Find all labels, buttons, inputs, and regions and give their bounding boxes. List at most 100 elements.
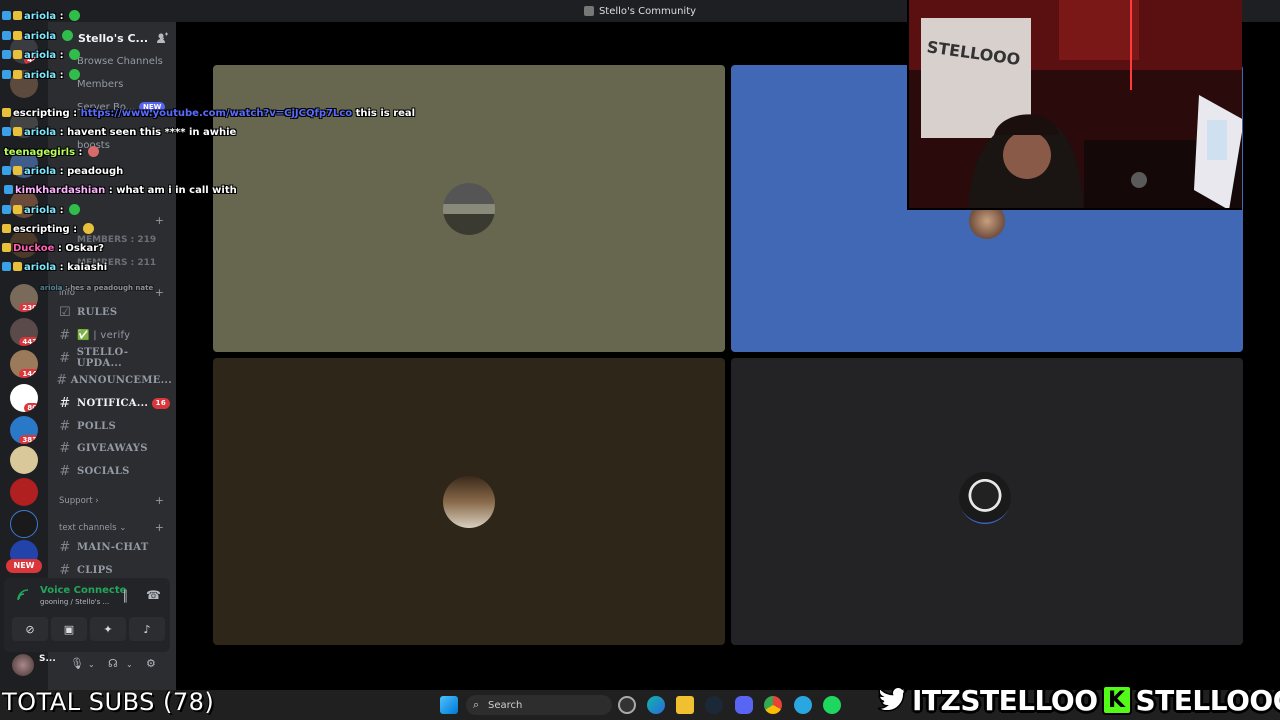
channel-notifications[interactable]: # NOTIFICA... 16 — [56, 393, 172, 413]
camera-off-button[interactable]: ⊘ — [12, 617, 48, 641]
channel-socials[interactable]: # SOCIALS — [56, 461, 172, 481]
guild-badge: 230 — [19, 303, 38, 312]
channel-rules[interactable]: ☑ RULES — [56, 302, 172, 322]
plus-icon[interactable]: + — [155, 214, 164, 227]
guild-icon[interactable] — [10, 70, 38, 98]
member-count-stat[interactable]: MEMBERS : 219 — [77, 235, 156, 245]
channel-verify[interactable]: # ✅ | verify — [56, 325, 172, 345]
guild-icon[interactable]: 144 — [10, 350, 38, 378]
soundboard-icon: ♪ — [143, 622, 151, 636]
search-icon: ⌕ — [473, 698, 480, 711]
members-link[interactable]: Members — [77, 79, 123, 90]
voice-tile[interactable] — [213, 65, 725, 352]
channel-polls[interactable]: # POLLS — [56, 416, 172, 436]
search-placeholder: Search — [488, 699, 523, 711]
telegram-icon[interactable] — [794, 696, 812, 714]
social-handles: ITZSTELLOO K STELLOOO — [874, 682, 1280, 718]
hash-icon: # — [59, 440, 71, 456]
guild-icon[interactable] — [10, 230, 38, 258]
headphones-icon[interactable]: ☊ — [108, 657, 118, 670]
edge-icon[interactable] — [647, 696, 665, 714]
guild-icon[interactable]: 48 — [10, 36, 38, 64]
invite-icon[interactable] — [156, 32, 168, 44]
channel-clips[interactable]: # CLIPS — [56, 560, 172, 580]
channel-label: RULES — [77, 306, 118, 318]
plus-icon[interactable]: + — [155, 521, 164, 534]
hash-icon: # — [59, 539, 71, 555]
guild-icon[interactable]: 383 — [10, 416, 38, 444]
activities-button[interactable]: ✦ — [90, 617, 126, 641]
channel-label: SOCIALS — [77, 465, 130, 477]
boosts-link[interactable]: boosts — [77, 140, 110, 151]
kick-handle: STELLOOO — [1135, 683, 1280, 717]
guild-icon[interactable]: 443 — [10, 318, 38, 346]
file-explorer-icon[interactable] — [676, 696, 694, 714]
webcam-feed: STELLOOO — [907, 0, 1242, 210]
guild-icon[interactable]: 230 — [10, 284, 38, 312]
server-header[interactable]: Stello's C... ⌄ — [48, 22, 176, 54]
hash-icon: # — [59, 350, 71, 366]
channel-main-chat[interactable]: # MAIN-CHAT — [56, 537, 172, 557]
channel-label: GIVEAWAYS — [77, 442, 148, 454]
server-boost-link[interactable]: Server Bo... — [77, 102, 135, 113]
channel-giveaways[interactable]: # GIVEAWAYS — [56, 438, 172, 458]
guild-icon[interactable] — [10, 478, 38, 506]
guild-icon[interactable] — [10, 110, 38, 138]
hash-icon: # — [59, 463, 71, 479]
camera-off-icon: ⊘ — [25, 622, 35, 636]
new-tag: NEW — [139, 102, 166, 112]
guild-icon[interactable] — [10, 190, 38, 218]
guild-icon[interactable] — [10, 446, 38, 474]
server-name: Stello's C... — [78, 31, 149, 45]
channel-label: POLLS — [77, 420, 117, 432]
hash-icon: # — [59, 562, 71, 578]
voice-tile[interactable] — [213, 358, 725, 645]
kick-icon: K — [1101, 685, 1132, 715]
discord-icon[interactable] — [735, 696, 753, 714]
channel-label: ANNOUNCEME... — [70, 374, 172, 386]
twitter-handle: ITZSTELLOO — [912, 683, 1098, 717]
username[interactable]: S... — [39, 654, 56, 664]
signal-icon[interactable] — [16, 588, 30, 602]
twitter-icon — [878, 685, 908, 715]
rules-icon: ☑ — [59, 304, 71, 320]
guild-badge: 48 — [24, 55, 38, 64]
category-info[interactable]: info — [59, 288, 75, 298]
category-text-channels[interactable]: text channels ⌄ — [59, 523, 126, 533]
chevron-down-icon[interactable]: ⌄ — [88, 660, 95, 669]
plus-icon[interactable]: + — [155, 286, 164, 299]
avatar[interactable] — [12, 654, 34, 676]
channel-announcements[interactable]: # ANNOUNCEME... — [56, 370, 172, 390]
spotify-icon[interactable] — [823, 696, 841, 714]
new-badge[interactable]: NEW — [6, 559, 42, 573]
microphone-icon[interactable]: 🎙 — [70, 657, 84, 670]
noise-suppression-icon[interactable]: ║ — [122, 590, 129, 603]
member-count-stat[interactable]: MEMBERS : 211 — [77, 258, 156, 268]
guild-icon[interactable] — [10, 510, 38, 538]
screen-share-button[interactable]: ▣ — [51, 617, 87, 641]
start-icon[interactable] — [440, 696, 458, 714]
mention-badge: 16 — [151, 397, 170, 409]
guild-icon[interactable]: 80 — [10, 384, 38, 412]
copilot-icon[interactable] — [618, 696, 636, 714]
channel-stello-updates[interactable]: # STELLO-UPDA... — [56, 347, 172, 369]
chrome-icon[interactable] — [764, 696, 782, 714]
category-support[interactable]: Support › — [59, 496, 99, 506]
voice-connected-label[interactable]: Voice Connecte — [40, 585, 126, 596]
channel-label: ✅ | verify — [77, 329, 131, 341]
guild-icon[interactable] — [10, 150, 38, 178]
category-label: Support — [59, 496, 93, 506]
settings-gear-icon[interactable]: ⚙ — [146, 657, 156, 670]
taskbar-search[interactable]: ⌕ Search — [466, 695, 612, 715]
soundboard-button[interactable]: ♪ — [129, 617, 165, 641]
category-label: text channels — [59, 523, 117, 533]
channel-label: CLIPS — [77, 564, 113, 576]
voice-tile[interactable] — [731, 358, 1243, 645]
participant-avatar — [443, 183, 495, 235]
steam-icon[interactable] — [705, 696, 723, 714]
chevron-down-icon[interactable]: ⌄ — [126, 660, 133, 669]
browse-channels-link[interactable]: Browse Channels — [77, 56, 163, 67]
plus-icon[interactable]: + — [155, 494, 164, 507]
disconnect-icon[interactable]: ☎ — [146, 588, 161, 602]
voice-channel-label[interactable]: gooning / Stello's ... — [40, 598, 109, 606]
